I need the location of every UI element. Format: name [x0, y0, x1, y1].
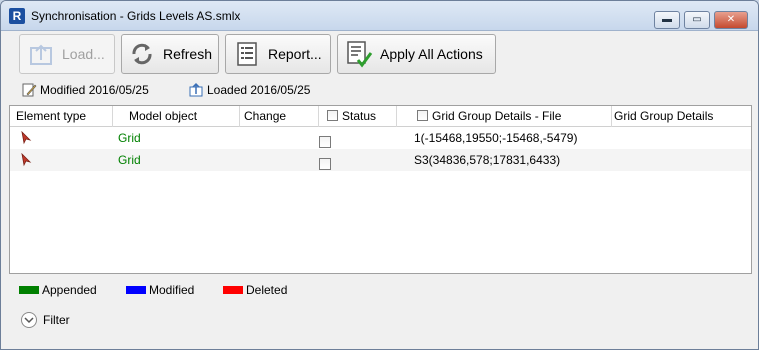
load-button[interactable]: Load...: [19, 34, 115, 74]
column-label: Change: [244, 109, 287, 123]
apply-check-icon: [344, 39, 374, 69]
minimize-button[interactable]: ▬: [654, 11, 680, 29]
status-select-all-checkbox[interactable]: [327, 110, 338, 121]
loaded-label: Loaded 2016/05/25: [207, 83, 311, 97]
loaded-status: Loaded 2016/05/25: [188, 82, 310, 98]
sync-window: R Synchronisation - Grids Levels AS.smlx…: [0, 0, 759, 350]
legend-modified: Modified: [126, 283, 194, 297]
table-row[interactable]: Grid S3(34836,578;17831,6433): [10, 149, 751, 171]
sync-table: Element type Model object Change Status …: [9, 105, 752, 274]
column-change[interactable]: Change: [240, 106, 319, 127]
maximize-button[interactable]: ▭: [684, 11, 710, 29]
filter-label: Filter: [43, 313, 70, 327]
title-bar[interactable]: R Synchronisation - Grids Levels AS.smlx…: [1, 1, 758, 31]
report-label: Report...: [268, 46, 322, 62]
legend-label: Appended: [42, 283, 97, 297]
report-button[interactable]: Report...: [225, 34, 331, 74]
modified-status: Modified 2016/05/25: [21, 82, 149, 98]
column-details[interactable]: Grid Group Details: [612, 106, 751, 127]
report-icon: [232, 39, 262, 69]
column-label: Model object: [129, 109, 198, 123]
status-checkbox[interactable]: [319, 154, 335, 176]
table-header: Element type Model object Change Status …: [10, 106, 751, 127]
model-object-cell: Grid: [118, 153, 141, 167]
red-flag-icon: [20, 152, 32, 167]
toolbar: Load... Refresh Report... Apply All Acti…: [1, 31, 758, 77]
column-element-type[interactable]: Element type: [10, 106, 113, 127]
close-button[interactable]: ✕: [714, 11, 748, 29]
column-model-object[interactable]: Model object: [113, 106, 240, 127]
legend-label: Deleted: [246, 283, 288, 297]
status-line: Modified 2016/05/25 Loaded 2016/05/25: [1, 79, 758, 101]
column-status[interactable]: Status: [319, 106, 397, 127]
details-file-select-all-checkbox[interactable]: [417, 110, 428, 121]
load-label: Load...: [62, 46, 105, 62]
revit-app-icon: R: [9, 8, 25, 24]
table-row[interactable]: Grid 1(-15468,19550;-15468,-5479): [10, 127, 751, 149]
chevron-down-icon[interactable]: [21, 312, 37, 328]
loaded-icon: [189, 82, 203, 97]
filter-toggle[interactable]: Filter: [21, 312, 70, 328]
details-file-cell: S3(34836,578;17831,6433): [414, 153, 561, 167]
refresh-button[interactable]: Refresh: [121, 34, 219, 74]
apply-all-actions-button[interactable]: Apply All Actions: [337, 34, 496, 74]
modified-swatch: [126, 286, 146, 294]
column-details-file[interactable]: Grid Group Details - File: [397, 106, 612, 127]
refresh-label: Refresh: [162, 46, 212, 62]
window-title: Synchronisation - Grids Levels AS.smlx: [31, 9, 241, 23]
legend-label: Modified: [149, 283, 195, 297]
red-flag-icon: [20, 130, 32, 145]
model-object-cell: Grid: [118, 131, 141, 145]
legend-deleted: Deleted: [223, 283, 287, 297]
apply-label: Apply All Actions: [380, 46, 483, 62]
appended-swatch: [19, 286, 39, 294]
modified-pencil-icon: [22, 83, 37, 97]
legend: Appended Modified Deleted: [19, 281, 758, 301]
legend-appended: Appended: [19, 283, 97, 297]
details-file-cell: 1(-15468,19550;-15468,-5479): [414, 131, 578, 145]
column-label: Grid Group Details: [614, 109, 714, 123]
load-icon: [26, 39, 56, 69]
refresh-icon: [128, 39, 157, 69]
column-label: Element type: [16, 109, 87, 123]
modified-label: Modified 2016/05/25: [40, 83, 149, 97]
deleted-swatch: [223, 286, 243, 294]
column-label: Status: [342, 109, 377, 123]
column-label: Grid Group Details - File: [432, 109, 562, 123]
